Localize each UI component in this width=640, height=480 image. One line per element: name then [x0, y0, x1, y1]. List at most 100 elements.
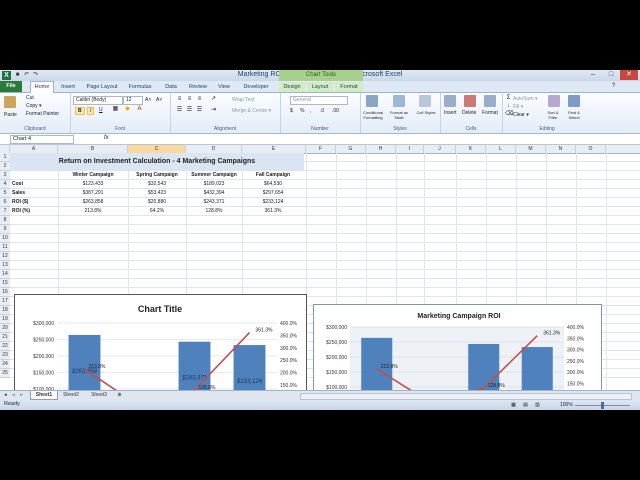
borders-icon[interactable]: ▦ [112, 106, 119, 113]
align-right-icon[interactable]: ☰ [196, 107, 203, 114]
value-cell[interactable]: $123,433 [58, 180, 128, 189]
minimize-button[interactable]: – [584, 70, 602, 80]
new-sheet-icon[interactable]: ⊕ [116, 392, 123, 399]
first-sheet-icon[interactable]: ◂ [2, 392, 9, 399]
align-top-icon[interactable]: ≡ [176, 96, 183, 103]
number-format-box[interactable]: General [290, 96, 348, 105]
bold-button[interactable]: B [75, 107, 85, 115]
currency-button[interactable]: $ [290, 108, 293, 114]
column-header-b[interactable]: B [58, 145, 128, 153]
sheet-tab-sheet2[interactable]: Sheet2 [58, 391, 84, 399]
tab-format[interactable]: Format [335, 82, 363, 92]
tab-home[interactable]: Home [30, 81, 54, 93]
row-header-16[interactable]: 16 [0, 288, 10, 297]
maximize-button[interactable]: □ [602, 70, 620, 80]
delete-button[interactable]: Delete [462, 110, 476, 116]
column-header-cell[interactable]: Winter Campaign [58, 171, 128, 180]
cell-styles-button[interactable]: Cell Styles [415, 110, 437, 115]
percent-button[interactable]: % [300, 108, 304, 114]
page-layout-view-icon[interactable]: ▤ [522, 402, 529, 409]
tab-review[interactable]: Review [186, 82, 210, 92]
conditional-formatting-icon[interactable] [366, 95, 378, 107]
horizontal-scrollbar[interactable] [300, 393, 632, 400]
row-header-7[interactable]: 7 [0, 207, 10, 216]
help-icon[interactable]: ? [610, 83, 617, 90]
row-header-19[interactable]: 19 [0, 315, 10, 324]
row-header-24[interactable]: 24 [0, 360, 10, 369]
grow-font-button[interactable]: A˄ [145, 97, 151, 103]
tab-developer[interactable]: Developer [240, 82, 272, 92]
value-cell[interactable]: $53,423 [128, 189, 186, 198]
row-header-12[interactable]: 12 [0, 252, 10, 261]
row-header-2[interactable]: 2 [0, 162, 10, 171]
value-cell[interactable]: $432,394 [186, 189, 242, 198]
insert-button[interactable]: Insert [444, 110, 457, 116]
find-select-icon[interactable] [568, 95, 580, 107]
zoom-slider-handle[interactable] [601, 402, 604, 409]
find-select-button[interactable]: Find & Select [564, 110, 584, 120]
row-header-6[interactable]: 6 [0, 198, 10, 207]
row-header-21[interactable]: 21 [0, 333, 10, 342]
column-header-i[interactable]: I [396, 145, 424, 153]
column-header-cell[interactable]: Summer Campaign [186, 171, 242, 180]
sheet-tab-sheet1[interactable]: Sheet1 [30, 391, 58, 400]
value-cell[interactable]: 128.8% [186, 207, 242, 216]
conditional-formatting-button[interactable]: Conditional Formatting [361, 110, 385, 120]
fill-color-icon[interactable]: ◆ [124, 106, 131, 113]
tab-data[interactable]: Data [160, 82, 182, 92]
value-cell[interactable]: $297,654 [242, 189, 304, 198]
column-header-e[interactable]: E [242, 145, 306, 153]
column-header-cell[interactable]: Fall Campaign [242, 171, 304, 180]
cut-button[interactable]: Cut [26, 95, 34, 101]
sort-filter-button[interactable]: Sort & Filter [544, 110, 562, 120]
autosum-button[interactable]: AutoSum ▾ [513, 96, 537, 102]
copy-button[interactable]: Copy ▾ [26, 103, 42, 109]
row-header-11[interactable]: 11 [0, 243, 10, 252]
orientation-icon[interactable]: ↗ [210, 96, 217, 103]
table-title[interactable]: Return on Investment Calculation - 4 Mar… [10, 153, 304, 171]
shrink-font-button[interactable]: A˅ [156, 97, 162, 103]
row-header-10[interactable]: 10 [0, 234, 10, 243]
select-all-corner[interactable] [0, 145, 10, 153]
align-center-icon[interactable]: ☰ [186, 107, 193, 114]
value-cell[interactable]: $243,371 [186, 198, 242, 207]
column-header-a[interactable]: A [10, 145, 58, 153]
column-header-o[interactable]: O [576, 145, 606, 153]
format-painter-button[interactable]: Format Painter [26, 111, 59, 117]
underline-button[interactable]: U [99, 107, 103, 113]
paste-button[interactable]: Paste [4, 112, 17, 118]
font-size-box[interactable]: 12 [123, 96, 143, 105]
clear-icon[interactable]: ⌫ [505, 111, 513, 118]
page-break-view-icon[interactable]: ▥ [534, 402, 541, 409]
row-header-14[interactable]: 14 [0, 270, 10, 279]
delete-cells-icon[interactable] [464, 95, 476, 107]
row-header-5[interactable]: 5 [0, 189, 10, 198]
row-header-18[interactable]: 18 [0, 306, 10, 315]
fill-button[interactable]: Fill ▾ [513, 104, 523, 110]
value-cell[interactable]: $32,543 [128, 180, 186, 189]
insert-function-button[interactable]: fx [104, 135, 109, 141]
value-cell[interactable]: 213.8% [58, 207, 128, 216]
clear-button[interactable]: Clear ▾ [513, 112, 529, 118]
value-cell[interactable]: $263,858 [58, 198, 128, 207]
row-header-25[interactable]: 25 [0, 369, 10, 378]
format-button[interactable]: Format [482, 110, 498, 116]
value-cell[interactable]: 64.2% [128, 207, 186, 216]
column-header-l[interactable]: L [486, 145, 516, 153]
row-header-22[interactable]: 22 [0, 342, 10, 351]
value-cell[interactable]: $189,023 [186, 180, 242, 189]
column-header-c[interactable]: C [128, 145, 186, 153]
value-cell[interactable]: 361.3% [242, 207, 304, 216]
row-header-3[interactable]: 3 [0, 171, 10, 180]
autosum-icon[interactable]: Σ [505, 95, 512, 102]
tab-view[interactable]: View [214, 82, 234, 92]
zoom-level[interactable]: 100% [560, 402, 573, 408]
sort-filter-icon[interactable] [548, 95, 560, 107]
column-header-n[interactable]: N [546, 145, 576, 153]
sheet-tab-sheet3[interactable]: Sheet3 [86, 391, 112, 399]
increase-decimal-button[interactable]: .0 [320, 108, 324, 114]
row-label-cell[interactable]: Sales [12, 189, 58, 198]
row-header-15[interactable]: 15 [0, 279, 10, 288]
tab-file[interactable]: File [0, 81, 22, 92]
tab-page-layout[interactable]: Page Layout [84, 82, 120, 92]
